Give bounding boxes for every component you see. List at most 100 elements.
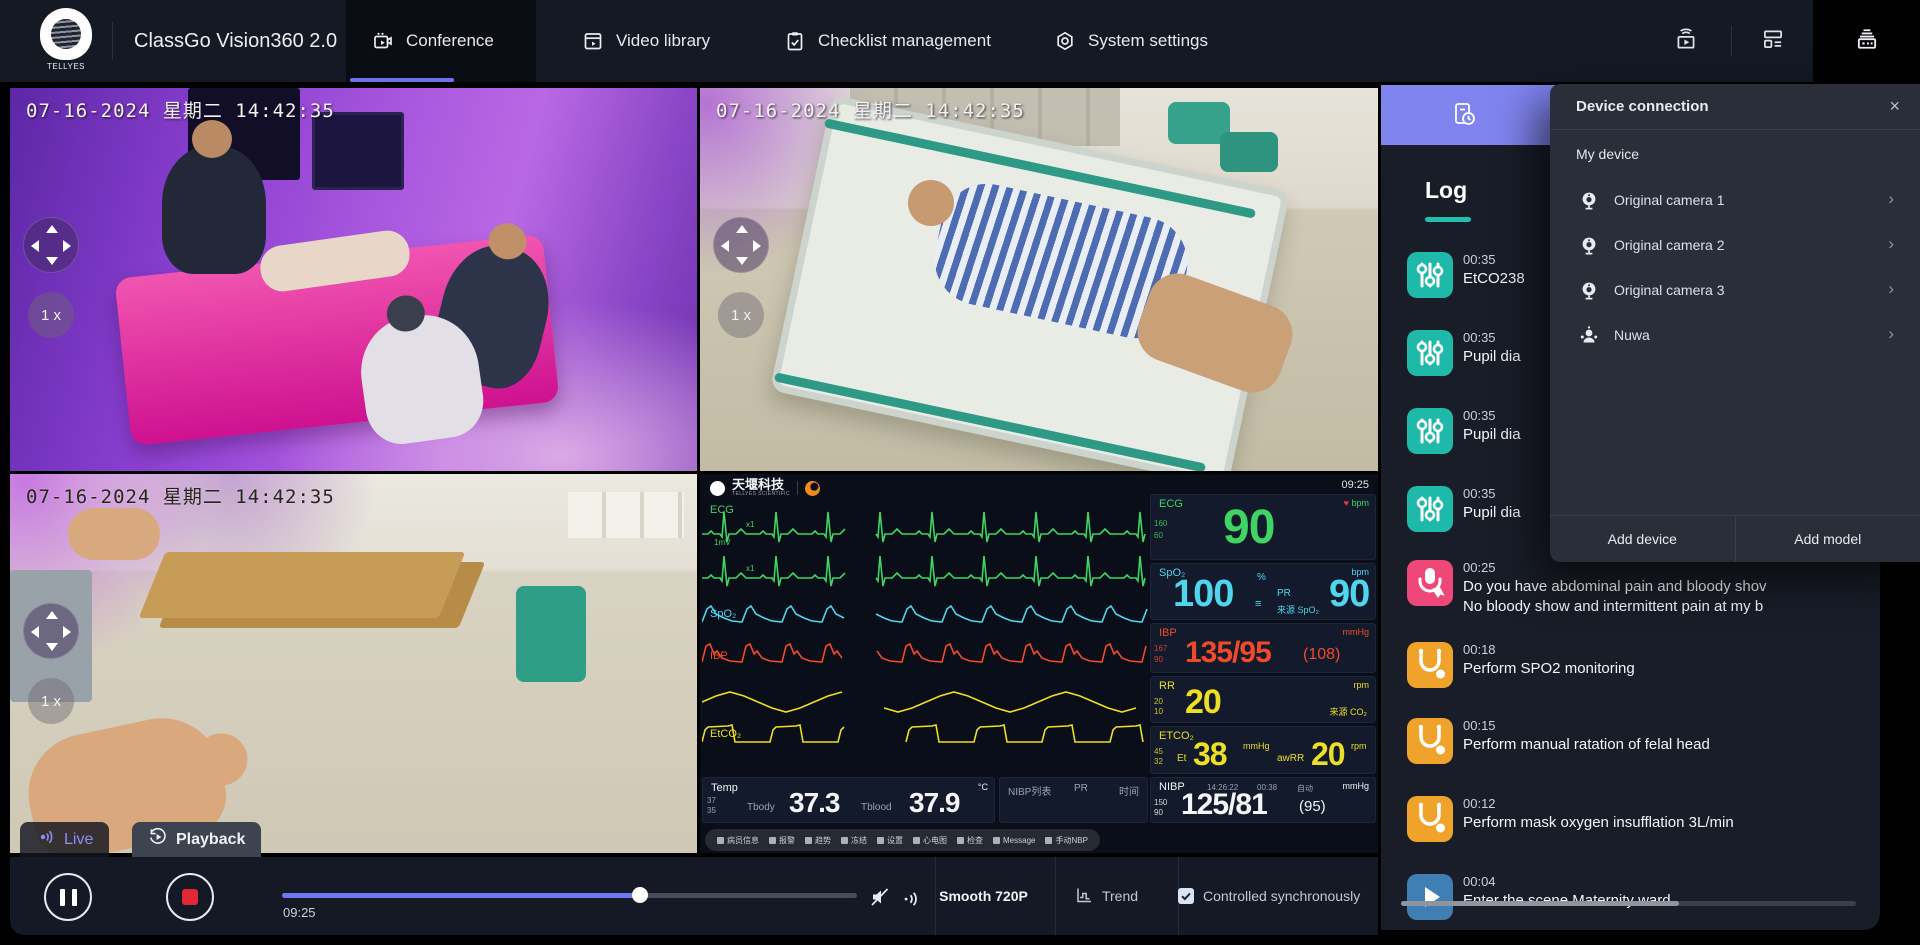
pan-down-arrow-icon[interactable]: [46, 643, 58, 651]
tables-prop: [139, 552, 466, 618]
parameter-change-icon: [1407, 252, 1453, 298]
log-entry[interactable]: 00:12 Perform mask oxygen insufflation 3…: [1381, 796, 1880, 866]
taskbar-item[interactable]: 报警: [769, 835, 795, 846]
pan-up-arrow-icon[interactable]: [46, 225, 58, 233]
monitor-taskbar[interactable]: 病员信息 报警 趋势 冻结 设置 心电图 检查 Message 手动NBP: [705, 829, 1100, 851]
tellyes-monitor-logo-icon: [710, 481, 725, 496]
taskbar-item[interactable]: 趋势: [805, 835, 831, 846]
scrollbar-thumb[interactable]: [1401, 901, 1679, 906]
add-model-button[interactable]: Add model: [1735, 516, 1920, 562]
taskbar-item[interactable]: 心电图: [913, 835, 947, 846]
log-horizontal-scrollbar[interactable]: [1401, 901, 1856, 906]
pause-button[interactable]: [44, 873, 92, 921]
tab-checklist-management[interactable]: Checklist management: [758, 0, 1017, 82]
pan-left-arrow-icon[interactable]: [31, 240, 39, 252]
camera-pan-control[interactable]: [23, 217, 79, 273]
trend-button[interactable]: Trend: [1055, 857, 1157, 935]
pan-right-arrow-icon[interactable]: [63, 626, 71, 638]
app-window: TELLYES ClassGo Vision360 2.0 Conference: [0, 0, 1920, 945]
quality-selector[interactable]: Smooth 720P: [930, 857, 1037, 935]
close-icon[interactable]: ×: [1889, 96, 1900, 117]
pan-down-arrow-icon[interactable]: [46, 257, 58, 265]
taskbar-item[interactable]: 检查: [957, 835, 983, 846]
patient-monitor-feed[interactable]: 天堰科技 TELLYES SCIENTIFIC 09:25 ECG x1 x1 …: [700, 474, 1378, 853]
my-device-section-label: My device: [1576, 146, 1639, 162]
nibp-mean: (95): [1299, 798, 1326, 815]
video-feed-ward[interactable]: 07-16-2024 星期二 14:42:35 1 x: [700, 88, 1378, 471]
tab-playback[interactable]: Playback: [132, 822, 261, 857]
video-feed-delivery-room[interactable]: 07-16-2024 星期二 14:42:35 1 x: [10, 88, 697, 471]
boxes-prop: [568, 492, 684, 538]
taskbar-item[interactable]: 手动NBP: [1045, 835, 1087, 846]
taskbar-item[interactable]: 冻结: [841, 835, 867, 846]
camera-zoom-badge[interactable]: 1 x: [28, 292, 74, 338]
chevron-right-icon: ›: [1888, 189, 1894, 209]
taskbar-item[interactable]: 设置: [877, 835, 903, 846]
log-report-icon: [1449, 100, 1479, 135]
tab-video-library[interactable]: Video library: [556, 0, 736, 82]
pan-right-arrow-icon[interactable]: [63, 240, 71, 252]
ecg-tile: ECG ♥ bpm 160 60 90: [1150, 494, 1376, 560]
mute-icon[interactable]: [868, 885, 892, 914]
playback-progress-slider[interactable]: [282, 893, 857, 898]
log-title: Log: [1425, 177, 1467, 204]
sync-control: Controlled synchronously: [1178, 857, 1360, 935]
camera-timestamp: 07-16-2024 星期二 14:42:35: [26, 482, 335, 509]
screencast-button[interactable]: [1658, 0, 1714, 82]
pan-up-arrow-icon[interactable]: [46, 611, 58, 619]
device-item-nuwa[interactable]: Nuwa ›: [1550, 315, 1920, 357]
log-entry[interactable]: 00:25 Do you have abdominal pain and blo…: [1381, 560, 1880, 650]
tab-conference[interactable]: Conference: [346, 0, 536, 82]
log-title-underline: [1425, 217, 1471, 222]
tab-system-settings[interactable]: System settings: [1028, 0, 1234, 82]
hr-value: 90: [1223, 504, 1274, 552]
wave-label-spo2: SpO₂: [710, 608, 736, 620]
chair-prop: [516, 586, 586, 682]
tab-playback-label: Playback: [176, 831, 245, 849]
video-feed-skills-lab[interactable]: 07-16-2024 星期二 14:42:35 1 x: [10, 474, 697, 853]
temp-tile: Temp °C 37 35 Tbody 37.3 Tblood 37.9: [702, 777, 995, 823]
laptop-screen-prop: [312, 112, 404, 190]
camera-zoom-badge[interactable]: 1 x: [718, 292, 764, 338]
device-connection-button[interactable]: [1813, 0, 1920, 82]
camera-zoom-badge[interactable]: 1 x: [28, 678, 74, 724]
camera-pan-control[interactable]: [23, 603, 79, 659]
layout-button[interactable]: [1745, 0, 1801, 82]
progress-handle[interactable]: [632, 887, 648, 903]
add-device-button[interactable]: Add device: [1550, 516, 1735, 562]
webcam-icon: [1578, 280, 1600, 307]
pan-up-arrow-icon[interactable]: [736, 225, 748, 233]
tab-live[interactable]: Live: [20, 822, 109, 857]
pan-left-arrow-icon[interactable]: [721, 240, 729, 252]
wave-gain-label: x1: [746, 564, 754, 573]
wave-label-etco2: EtCO₂: [710, 728, 741, 740]
spo2-value: 100: [1173, 575, 1233, 613]
wave-label-ibp: IBP: [710, 650, 728, 662]
taskbar-item[interactable]: Message: [993, 836, 1035, 845]
pan-left-arrow-icon[interactable]: [31, 626, 39, 638]
manikin-head-prop: [908, 180, 954, 226]
scene-start-icon: [1407, 874, 1453, 920]
camera-pan-control[interactable]: [713, 217, 769, 273]
device-item-original-camera-3[interactable]: Original camera 3 ›: [1550, 270, 1920, 312]
webcam-icon: [1578, 190, 1600, 217]
sound-waves-icon[interactable]: [900, 888, 922, 915]
pan-right-arrow-icon[interactable]: [753, 240, 761, 252]
live-broadcast-icon: [36, 827, 56, 852]
etco2-tile: ETCO₂ 45 32 Et 38 mmHg awRR 20 rpm: [1150, 726, 1376, 774]
log-entry[interactable]: 00:15 Perform manual ratation of felal h…: [1381, 718, 1880, 788]
device-item-original-camera-1[interactable]: Original camera 1 ›: [1550, 180, 1920, 222]
taskbar-item[interactable]: 病员信息: [717, 835, 759, 846]
manikin-prop: [68, 508, 160, 560]
sync-checkbox[interactable]: [1178, 888, 1194, 904]
procedure-icon: [1407, 642, 1453, 688]
settings-icon: [1054, 30, 1076, 52]
screencast-icon: [1673, 26, 1699, 57]
device-item-original-camera-2[interactable]: Original camera 2 ›: [1550, 225, 1920, 267]
ibp-tile: IBP mmHg 167 90 135/95 (108): [1150, 623, 1376, 673]
wave-mv-label: 1mV: [714, 538, 730, 547]
tbody-value: 37.3: [789, 789, 840, 817]
pan-down-arrow-icon[interactable]: [736, 257, 748, 265]
stop-record-button[interactable]: [166, 873, 214, 921]
log-entry[interactable]: 00:18 Perform SPO2 monitoring: [1381, 642, 1880, 712]
